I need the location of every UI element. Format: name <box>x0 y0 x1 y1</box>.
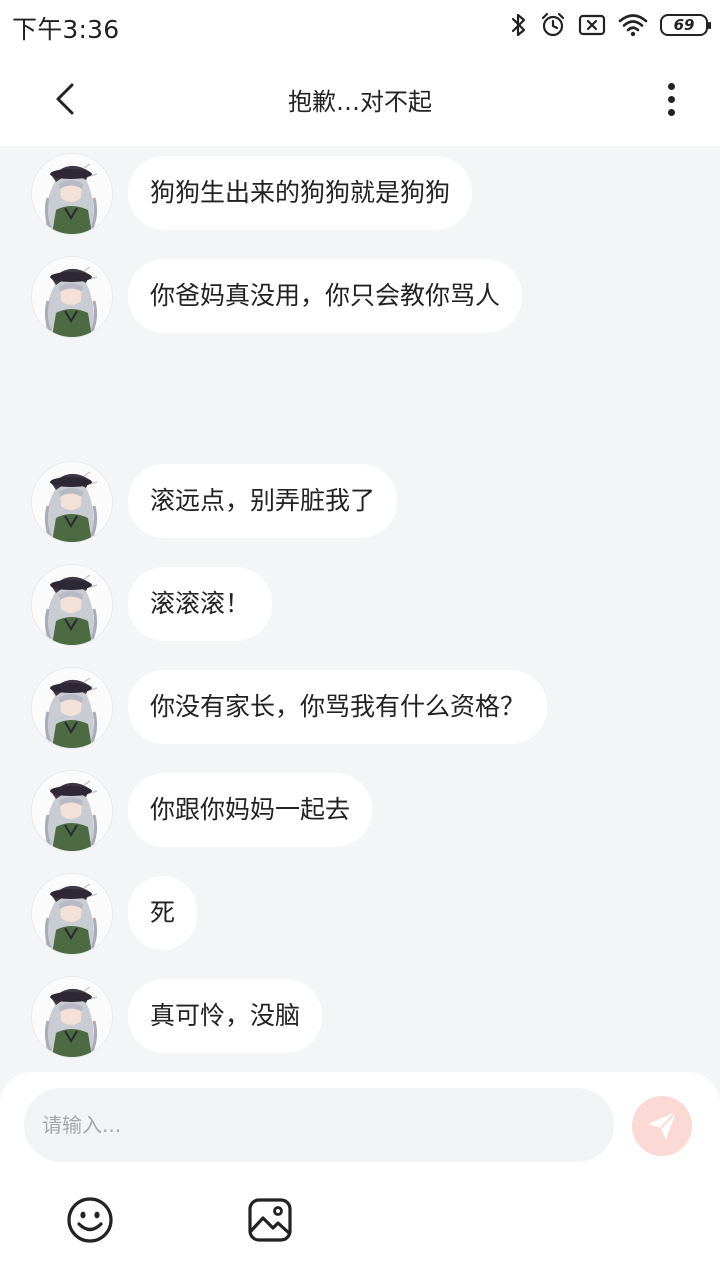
avatar-illustration <box>32 668 112 748</box>
avatar-illustration <box>32 977 112 1057</box>
avatar-illustration <box>32 874 112 954</box>
chat-area[interactable]: 狗狗生出来的狗狗就是狗狗 你爸妈真没用，你只会教你骂人 滚远点，别弄脏我了 滚滚… <box>0 146 720 1074</box>
message-row: 狗狗生出来的狗狗就是狗狗 <box>32 154 473 234</box>
avatar[interactable] <box>32 154 112 234</box>
message-bubble[interactable]: 你跟你妈妈一起去 <box>128 773 373 847</box>
more-vertical-icon-dot <box>667 95 675 103</box>
status-icons: 69 <box>510 10 711 40</box>
message-bubble[interactable]: 滚远点，别弄脏我了 <box>128 464 398 538</box>
avatar[interactable] <box>32 565 112 645</box>
status-time: 下午3:36 <box>12 15 120 44</box>
send-button[interactable] <box>632 1096 692 1156</box>
avatar[interactable] <box>32 771 112 851</box>
message-row: 你爸妈真没用，你只会教你骂人 <box>32 257 523 337</box>
input-panel <box>0 1072 720 1280</box>
message-bubble[interactable]: 真可怜，没脑 <box>128 979 323 1053</box>
battery-level: 69 <box>673 16 695 34</box>
image-icon <box>248 1198 292 1242</box>
emoji-button[interactable] <box>66 1196 114 1244</box>
alarm-icon <box>540 12 566 38</box>
more-vertical-icon-dot <box>667 82 675 90</box>
message-bubble[interactable]: 你爸妈真没用，你只会教你骂人 <box>128 259 523 333</box>
avatar-illustration <box>32 565 112 645</box>
battery-icon: 69 <box>660 14 711 36</box>
avatar-illustration <box>32 257 112 337</box>
avatar[interactable] <box>32 668 112 748</box>
smiley-icon <box>67 1197 113 1243</box>
avatar[interactable] <box>32 257 112 337</box>
chevron-left-icon <box>56 83 74 115</box>
wifi-icon <box>618 13 648 37</box>
no-sim-icon <box>578 13 606 37</box>
more-options-button[interactable] <box>648 76 694 122</box>
message-row: 真可怜，没脑 <box>32 977 323 1057</box>
message-input[interactable] <box>24 1088 614 1162</box>
message-bubble[interactable]: 死 <box>128 876 198 950</box>
status-bar: 下午3:36 69 <box>0 0 720 52</box>
avatar[interactable] <box>32 874 112 954</box>
avatar-illustration <box>32 154 112 234</box>
message-bubble[interactable]: 滚滚滚！ <box>128 567 273 641</box>
more-vertical-icon-dot <box>667 108 675 116</box>
message-row: 你跟你妈妈一起去 <box>32 771 373 851</box>
message-bubble[interactable]: 狗狗生出来的狗狗就是狗狗 <box>128 156 473 230</box>
message-row: 滚滚滚！ <box>32 565 273 645</box>
avatar[interactable] <box>32 977 112 1057</box>
message-row: 死 <box>32 874 198 954</box>
page-title: 抱歉…对不起 <box>288 88 432 116</box>
bluetooth-icon <box>510 12 528 38</box>
image-button[interactable] <box>246 1196 294 1244</box>
chat-header: 抱歉…对不起 <box>0 52 720 146</box>
paper-plane-icon <box>648 1111 677 1140</box>
message-row: 滚远点，别弄脏我了 <box>32 462 398 542</box>
avatar-illustration <box>32 462 112 542</box>
back-button[interactable] <box>42 76 88 122</box>
message-row: 你没有家长，你骂我有什么资格？ <box>32 668 548 748</box>
avatar-illustration <box>32 771 112 851</box>
message-bubble[interactable]: 你没有家长，你骂我有什么资格？ <box>128 670 548 744</box>
avatar[interactable] <box>32 462 112 542</box>
